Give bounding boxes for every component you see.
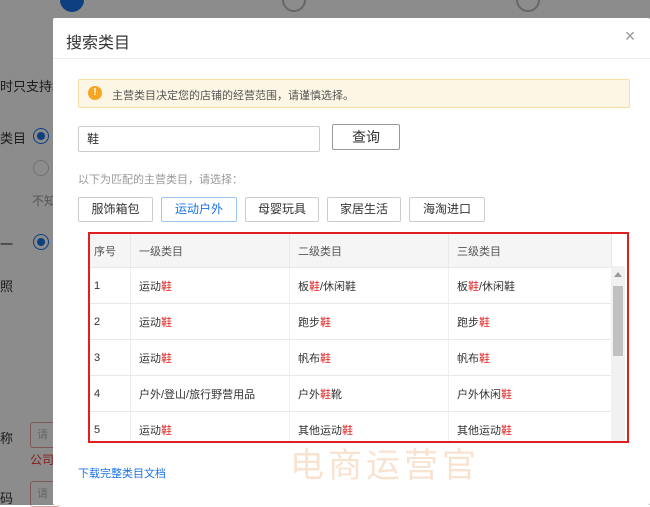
cell-no: 4 <box>90 375 131 412</box>
header-level3: 三级类目 <box>448 234 612 268</box>
keyword-highlight: 鞋 <box>342 424 353 437</box>
table-row[interactable]: 4 户外/登山/旅行野营用品 户外鞋靴 户外休闲鞋 <box>90 375 612 412</box>
cell-c1: 运动鞋 <box>130 411 290 441</box>
cell-text: 运动 <box>139 424 161 437</box>
cell-text: 跑步 <box>298 316 320 329</box>
keyword-highlight: 鞋 <box>161 316 172 329</box>
keyword-highlight: 鞋 <box>309 280 320 293</box>
tab-sports-outdoor[interactable]: 运动户外 <box>161 197 237 222</box>
header-level2: 二级类目 <box>289 234 449 268</box>
table-row[interactable]: 1 运动鞋 板鞋/休闲鞋 板鞋/休闲鞋 <box>90 267 612 304</box>
table-row[interactable]: 3 运动鞋 帆布鞋 帆布鞋 <box>90 339 612 376</box>
search-category-modal: 搜索类目 × ! 主营类目决定您的店铺的经营范围，请谨慎选择。 鞋 查询 以下为… <box>53 18 650 505</box>
tab-baby-toys[interactable]: 母婴玩具 <box>245 197 319 222</box>
cell-no: 1 <box>90 267 131 304</box>
scroll-thumb[interactable] <box>613 286 623 356</box>
cell-c3: 板鞋/休闲鞋 <box>448 267 612 304</box>
keyword-highlight: 鞋 <box>479 316 490 329</box>
cell-text: 户外 <box>298 388 320 401</box>
cell-no: 3 <box>90 339 131 376</box>
watermark-logo: 电商运营官 <box>290 446 480 486</box>
tab-clothing-bags[interactable]: 服饰箱包 <box>78 197 153 222</box>
download-link[interactable]: 下载完整类目文档 <box>78 465 166 481</box>
tab-overseas-import[interactable]: 海淘进口 <box>409 197 485 222</box>
cell-no: 5 <box>90 411 131 441</box>
keyword-highlight: 鞋 <box>501 424 512 437</box>
cell-c3: 跑步鞋 <box>448 303 612 340</box>
keyword-highlight: 鞋 <box>320 316 331 329</box>
modal-title: 搜索类目 <box>66 35 131 52</box>
close-icon[interactable]: × <box>620 26 640 46</box>
cell-c1: 运动鞋 <box>130 303 290 340</box>
keyword-highlight: 鞋 <box>320 388 331 401</box>
match-hint: 以下为匹配的主营类目，请选择： <box>78 174 243 186</box>
search-input[interactable]: 鞋 <box>78 126 320 152</box>
cell-text: 跑步 <box>457 316 479 329</box>
cell-text: /休闲鞋 <box>479 280 516 293</box>
cell-c3: 户外休闲鞋 <box>448 375 612 412</box>
keyword-highlight: 鞋 <box>468 280 479 293</box>
cell-text: 其他运动 <box>457 424 501 437</box>
query-button[interactable]: 查询 <box>332 124 400 150</box>
keyword-highlight: 鞋 <box>479 352 490 365</box>
table-header-row: 序号 一级类目 二级类目 三级类目 <box>90 234 612 268</box>
cell-text: 运动 <box>139 352 161 365</box>
cell-c2: 跑步鞋 <box>289 303 449 340</box>
cell-c1: 运动鞋 <box>130 267 290 304</box>
header-level1: 一级类目 <box>130 234 290 268</box>
cell-no: 2 <box>90 303 131 340</box>
keyword-highlight: 鞋 <box>161 280 172 293</box>
category-table: 序号 一级类目 二级类目 三级类目 1 运动鞋 板鞋/休闲鞋 板鞋/休闲鞋 2 运动鞋 跑步… <box>88 232 629 443</box>
tab-home-living[interactable]: 家居生活 <box>327 197 401 222</box>
cell-text: 板 <box>457 280 468 293</box>
cell-text: 帆布 <box>298 352 320 365</box>
cell-text: 板 <box>298 280 309 293</box>
warning-icon: ! <box>88 86 102 100</box>
keyword-highlight: 鞋 <box>501 388 512 401</box>
cell-c1: 运动鞋 <box>130 339 290 376</box>
cell-text: 户外休闲 <box>457 388 501 401</box>
cell-c3: 帆布鞋 <box>448 339 612 376</box>
header-no: 序号 <box>90 234 131 268</box>
cell-c2: 户外鞋靴 <box>289 375 449 412</box>
warning-alert: ! 主营类目决定您的店铺的经营范围，请谨慎选择。 <box>78 79 630 108</box>
table-row[interactable]: 2 运动鞋 跑步鞋 跑步鞋 <box>90 303 612 340</box>
cell-text: 运动 <box>139 280 161 293</box>
title-divider <box>53 58 650 59</box>
cell-text: 帆布 <box>457 352 479 365</box>
keyword-highlight: 鞋 <box>161 352 172 365</box>
cell-text: 运动 <box>139 316 161 329</box>
cell-c2: 板鞋/休闲鞋 <box>289 267 449 304</box>
alert-message: 主营类目决定您的店铺的经营范围，请谨慎选择。 <box>112 90 354 102</box>
cell-text: 其他运动 <box>298 424 342 437</box>
cell-text: /休闲鞋 <box>320 280 357 293</box>
keyword-highlight: 鞋 <box>161 424 172 437</box>
cell-text: 户外/登山/旅行野营用品 <box>139 388 256 401</box>
cell-c2: 帆布鞋 <box>289 339 449 376</box>
cell-c1: 户外/登山/旅行野营用品 <box>130 375 290 412</box>
keyword-highlight: 鞋 <box>320 352 331 365</box>
scroll-up-icon[interactable] <box>614 272 622 277</box>
table-scrollbar[interactable] <box>611 266 625 441</box>
cell-text: 靴 <box>331 388 342 401</box>
